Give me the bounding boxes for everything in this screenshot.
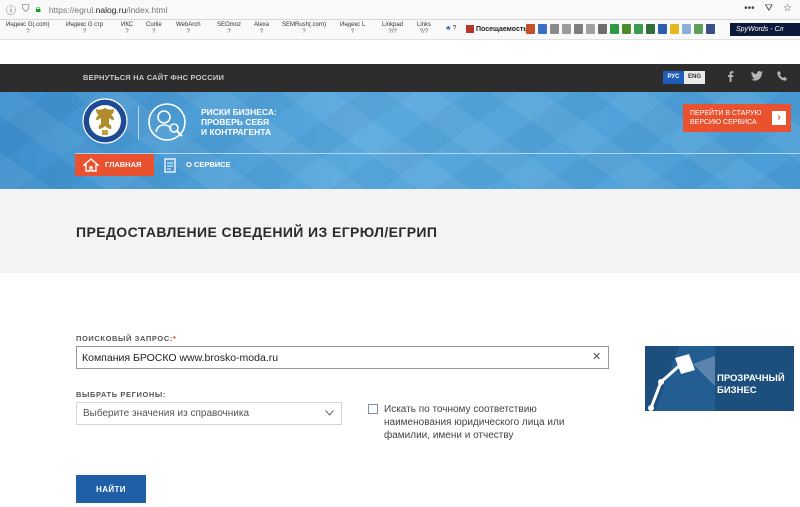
bookmark-iks[interactable]: ИКС? [121, 22, 133, 36]
site-top-bar: ВЕРНУТЬСЯ НА САЙТ ФНС РОССИИ РУС ENG [0, 64, 800, 92]
twitter-icon[interactable] [751, 71, 763, 84]
spywords-button[interactable]: SpyWords - Сл [730, 23, 800, 36]
visits-icon [466, 25, 474, 33]
bookmark-semrush[interactable]: SEMRush(.com)? [282, 22, 326, 36]
nav-about-tab[interactable]: О СЕРВИСЕ [162, 154, 231, 176]
extension-icon[interactable] [706, 24, 715, 34]
browser-address-bar[interactable]: ⓘ ⛉ 🔒︎ https://egrul.nalog.ru/index.html… [0, 0, 800, 20]
old-version-button[interactable]: ПЕРЕЙТИ В СТАРУЮ ВЕРСИЮ СЕРВИСА › [683, 104, 791, 132]
bookmark-yandex-g-pages[interactable]: Индекс G стр? [66, 22, 103, 36]
extension-icon[interactable] [550, 24, 559, 34]
language-switch: РУС ENG [663, 71, 705, 84]
extension-icon[interactable] [574, 24, 583, 34]
banner-text: ПРОЗРАЧНЫЙ БИЗНЕС [717, 373, 785, 396]
query-label: ПОИСКОВЫЙ ЗАПРОС:* [76, 334, 177, 343]
bookmark-alexa[interactable]: Alexa? [254, 22, 269, 36]
bookmarks-toolbar: Индекс G(.com)? Индекс G стр? ИКС? Curli… [0, 20, 800, 40]
extension-icon[interactable] [562, 24, 571, 34]
screen: ⓘ ⛉ 🔒︎ https://egrul.nalog.ru/index.html… [0, 0, 800, 507]
exact-match-label[interactable]: Искать по точному соответствию наименова… [384, 403, 589, 442]
extension-icons [526, 24, 715, 34]
extension-icon[interactable] [610, 24, 619, 34]
extension-icon[interactable] [694, 24, 703, 34]
desk-lamp-icon [648, 346, 715, 411]
arrow-right-icon: › [772, 111, 786, 125]
shield-icon[interactable]: ⛉ [22, 4, 30, 15]
extension-icon[interactable] [670, 24, 679, 34]
facebook-icon[interactable] [727, 71, 734, 85]
url-text[interactable]: https://egrul.nalog.ru/index.html [49, 5, 168, 15]
extension-icon[interactable] [682, 24, 691, 34]
exact-match-checkbox[interactable] [368, 404, 378, 414]
extension-icon[interactable] [646, 24, 655, 34]
region-label: ВЫБРАТЬ РЕГИОНЫ: [76, 390, 166, 399]
bookmark-star-icon[interactable]: ☆ [783, 3, 792, 14]
clear-input-icon[interactable]: ✕ [592, 351, 601, 363]
pocket-icon[interactable]: ⛛ [765, 3, 773, 14]
lang-en-button[interactable]: ENG [684, 71, 705, 84]
search-submit-button[interactable]: НАЙТИ [76, 475, 146, 503]
transparent-business-banner[interactable]: ПРОЗРАЧНЫЙ БИЗНЕС [645, 346, 794, 411]
service-tagline: РИСКИ БИЗНЕСА: ПРОВЕРЬ СЕБЯ И КОНТРАГЕНТ… [201, 107, 277, 137]
region-select[interactable]: Выберите значения из справочника [76, 402, 342, 425]
extension-count[interactable]: ♣ ? [446, 25, 456, 32]
header-divider [138, 106, 139, 140]
visits-button[interactable]: Посещаемость [466, 25, 528, 33]
document-icon [164, 158, 176, 173]
extension-icon[interactable] [526, 24, 535, 34]
bookmark-links[interactable]: Links ?/? [417, 22, 431, 36]
info-icon[interactable]: ⓘ [6, 2, 16, 17]
bookmark-curlie[interactable]: Curlie? [146, 22, 162, 36]
bookmark-webarch[interactable]: WebArch? [176, 22, 201, 36]
bookmark-seomoz[interactable]: SEOmoz? [217, 22, 241, 36]
page-title: ПРЕДОСТАВЛЕНИЕ СВЕДЕНИЙ ИЗ ЕГРЮЛ/ЕГРИП [76, 224, 438, 240]
search-query-input[interactable] [76, 346, 609, 369]
extension-icon[interactable] [658, 24, 667, 34]
bookmark-linkpad[interactable]: Linkpad ?/? [382, 22, 403, 36]
bookmark-yandex-g-com[interactable]: Индекс G(.com)? [6, 22, 50, 36]
back-to-fns-link[interactable]: ВЕРНУТЬСЯ НА САЙТ ФНС РОССИИ [83, 73, 224, 82]
extension-icon[interactable] [586, 24, 595, 34]
extension-icon[interactable] [538, 24, 547, 34]
fns-emblem-icon[interactable] [82, 98, 128, 144]
more-icon[interactable]: ••• [744, 3, 755, 14]
region-select-placeholder: Выберите значения из справочника [83, 408, 250, 419]
lang-ru-button[interactable]: РУС [663, 71, 684, 84]
extension-icon[interactable] [634, 24, 643, 34]
risk-check-icon [148, 103, 186, 141]
extension-icon[interactable] [622, 24, 631, 34]
lock-icon[interactable]: 🔒︎ [36, 4, 41, 15]
chevron-down-icon [325, 410, 334, 416]
bookmark-yandex-l[interactable]: Индекс L? [340, 22, 365, 36]
extension-icon[interactable] [598, 24, 607, 34]
nav-home-tab[interactable]: ГЛАВНАЯ [75, 154, 154, 176]
phone-icon[interactable] [777, 71, 787, 84]
page-title-band: ПРЕДОСТАВЛЕНИЕ СВЕДЕНИЙ ИЗ ЕГРЮЛ/ЕГРИП [0, 189, 800, 273]
home-icon [83, 158, 99, 172]
